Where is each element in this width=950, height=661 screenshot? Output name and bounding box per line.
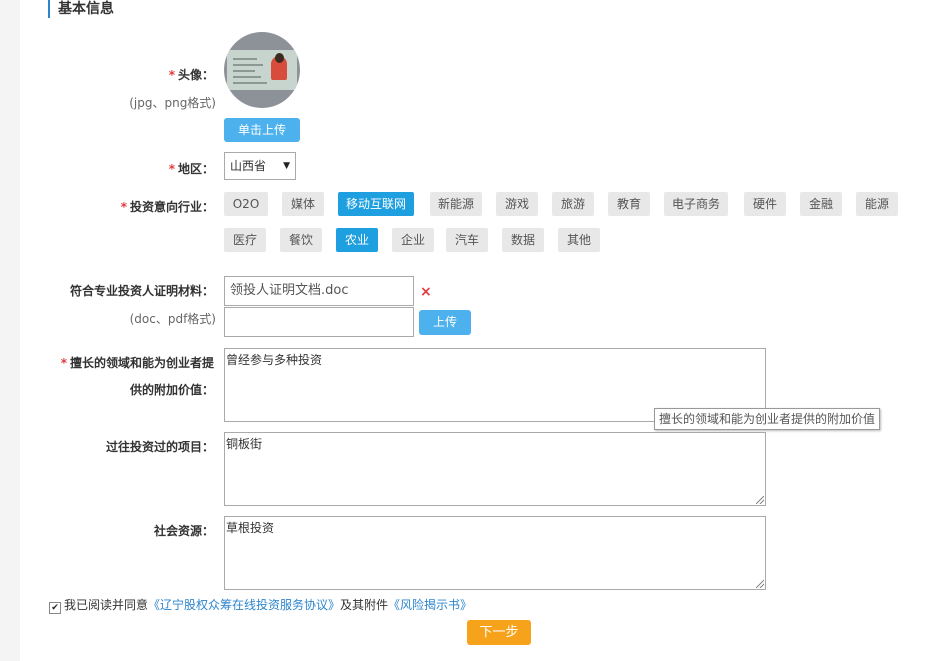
industry-label: * 投资意向行业： — [120, 200, 214, 214]
industry-tag-selected[interactable]: 移动互联网 — [338, 192, 414, 216]
resize-grip-icon[interactable] — [756, 496, 764, 504]
industry-tag[interactable]: 媒体 — [282, 192, 324, 216]
social-resources-textarea[interactable]: 草根投资 — [224, 516, 766, 590]
certificate-format-hint: (doc、pdf格式) — [129, 312, 216, 326]
agreement-middle: 及其附件 — [340, 598, 389, 612]
risk-disclosure-link[interactable]: 《风险揭示书》 — [388, 598, 472, 612]
past-projects-textarea[interactable]: 铜板街 — [224, 432, 766, 506]
industry-tag[interactable]: 汽车 — [446, 228, 488, 252]
dropdown-arrow-icon: ▼ — [283, 161, 290, 171]
uploaded-file-name: 领投人证明文档.doc — [224, 276, 414, 306]
industry-tag-selected[interactable]: 农业 — [336, 228, 378, 252]
expertise-tooltip: 擅长的领域和能为创业者提供的附加价值 — [654, 408, 881, 430]
certificate-upload-button[interactable]: 上传 — [419, 310, 471, 335]
file-path-input[interactable] — [224, 307, 414, 337]
industry-tag[interactable]: 医疗 — [224, 228, 266, 252]
industry-tag[interactable]: 旅游 — [552, 192, 594, 216]
industry-tag[interactable]: 餐饮 — [280, 228, 322, 252]
industry-tag[interactable]: 金融 — [800, 192, 842, 216]
region-select[interactable]: 山西省 ▼ — [224, 152, 296, 180]
id-card-photo — [227, 50, 297, 90]
avatar-upload-button[interactable]: 单击上传 — [224, 118, 300, 142]
avatar-image — [224, 32, 300, 108]
region-selected-value: 山西省 — [230, 159, 267, 173]
avatar-format-hint: (jpg、png格式) — [129, 96, 216, 110]
past-projects-label: 过往投资过的项目： — [105, 440, 214, 454]
industry-tag[interactable]: 新能源 — [430, 192, 482, 216]
social-resources-label: 社会资源： — [153, 524, 214, 538]
industry-tag[interactable]: O2O — [224, 192, 268, 216]
industry-tag[interactable]: 数据 — [502, 228, 544, 252]
industry-tag[interactable]: 企业 — [392, 228, 434, 252]
industry-tag[interactable]: 其他 — [558, 228, 600, 252]
industry-tag[interactable]: 能源 — [856, 192, 898, 216]
service-agreement-link[interactable]: 《辽宁股权众筹在线投资服务协议》 — [148, 598, 340, 612]
expertise-value: 曾经参与多种投资 — [226, 353, 323, 367]
next-step-button[interactable]: 下一步 — [467, 620, 531, 645]
region-label: * 地区： — [168, 162, 214, 176]
industry-tag[interactable]: 游戏 — [496, 192, 538, 216]
agreement-row: ✔ 我已阅读并同意《辽宁股权众筹在线投资服务协议》及其附件《风险揭示书》 — [49, 596, 472, 614]
industry-tag[interactable]: 教育 — [608, 192, 650, 216]
agreement-prefix: 我已阅读并同意 — [64, 598, 149, 612]
remove-file-icon[interactable]: × — [420, 284, 432, 300]
agreement-checkbox[interactable]: ✔ — [49, 602, 61, 614]
certificate-label: 符合专业投资人证明材料： — [69, 284, 214, 298]
resize-grip-icon[interactable] — [756, 580, 764, 588]
industry-tag[interactable]: 电子商务 — [664, 192, 728, 216]
expertise-label: * 擅长的领域和能为创业者提 — [60, 356, 214, 370]
past-projects-value: 铜板街 — [226, 437, 263, 451]
social-resources-value: 草根投资 — [226, 521, 275, 535]
form-panel: 基本信息 * 头像： (jpg、png格式) 单击上传 * 地区： 山西省 ▼ * 投… — [20, 0, 950, 661]
section-title: 基本信息 — [48, 0, 114, 18]
avatar-label: * 头像： — [168, 68, 214, 82]
industry-tag[interactable]: 硬件 — [744, 192, 786, 216]
expertise-label-cont: 供的附加价值： — [129, 383, 214, 397]
